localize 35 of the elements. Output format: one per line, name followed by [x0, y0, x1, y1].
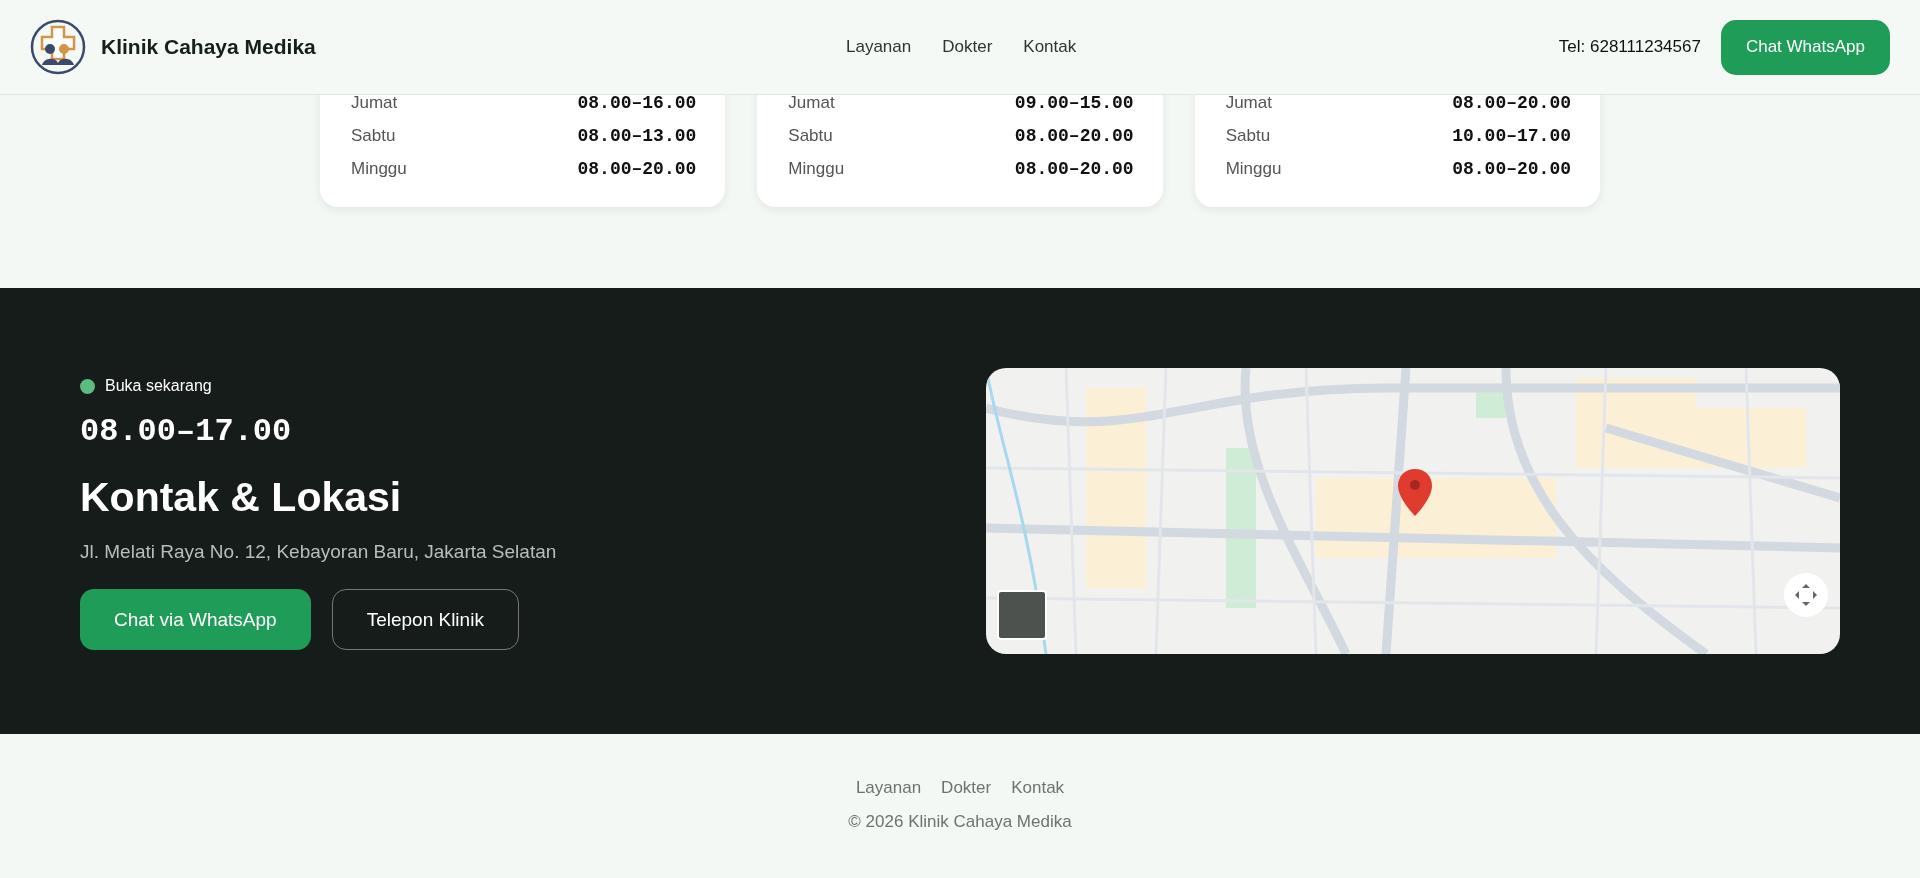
opening-hours: 08.00–16.00: [577, 92, 697, 113]
day-label: Minggu: [788, 158, 845, 179]
call-button[interactable]: Telepon Klinik: [331, 589, 519, 650]
nav-link[interactable]: Dokter: [942, 37, 993, 57]
opening-hours: 08.00–20.00: [577, 158, 697, 179]
copyright-text: © 2026 Klinik Cahaya Medika: [847, 812, 1073, 832]
day-label: Sabtu: [351, 125, 396, 146]
expand-icon: [1794, 583, 1818, 607]
day-label: Minggu: [351, 158, 407, 179]
brand-name[interactable]: Klinik Cahaya Medika: [101, 35, 316, 59]
opening-hours: 08.00–13.00: [577, 125, 697, 146]
footer-link[interactable]: Layanan: [855, 778, 922, 798]
opening-hours: 10.00–17.00: [1452, 125, 1571, 146]
opening-hours: 08.00–20.00: [1452, 158, 1571, 179]
section-title: Kontak & Lokasi: [80, 474, 403, 521]
nav-link[interactable]: Layanan: [846, 37, 912, 57]
opening-hours: 09.00–15.00: [1014, 92, 1134, 113]
day-label: Jumat: [351, 92, 398, 113]
open-status: Buka sekarang: [105, 377, 212, 395]
day-label: Minggu: [1225, 158, 1282, 179]
footer-link[interactable]: Dokter: [941, 778, 992, 798]
day-label: Jumat: [1225, 92, 1272, 113]
day-label: Jumat: [788, 92, 835, 113]
opening-hours: 08.00–20.00: [1452, 92, 1571, 113]
nav-link[interactable]: Kontak: [1023, 37, 1077, 57]
logo-icon: [30, 19, 86, 75]
opening-hours: 08.00–20.00: [1014, 125, 1134, 146]
day-label: Sabtu: [1225, 125, 1271, 146]
clinic-address: Jl. Melati Raya No. 12, Kebayoran Baru, Jakarta Selatan: [80, 541, 557, 563]
status-dot: [80, 378, 95, 394]
day-label: Sabtu: [788, 125, 833, 146]
opening-hours: 08.00–20.00: [1014, 158, 1134, 179]
footer-link[interactable]: Kontak: [1011, 778, 1065, 798]
phone-number: Tel: 628111234567: [1558, 37, 1701, 57]
today-hours: 08.00–17.00: [80, 413, 293, 450]
